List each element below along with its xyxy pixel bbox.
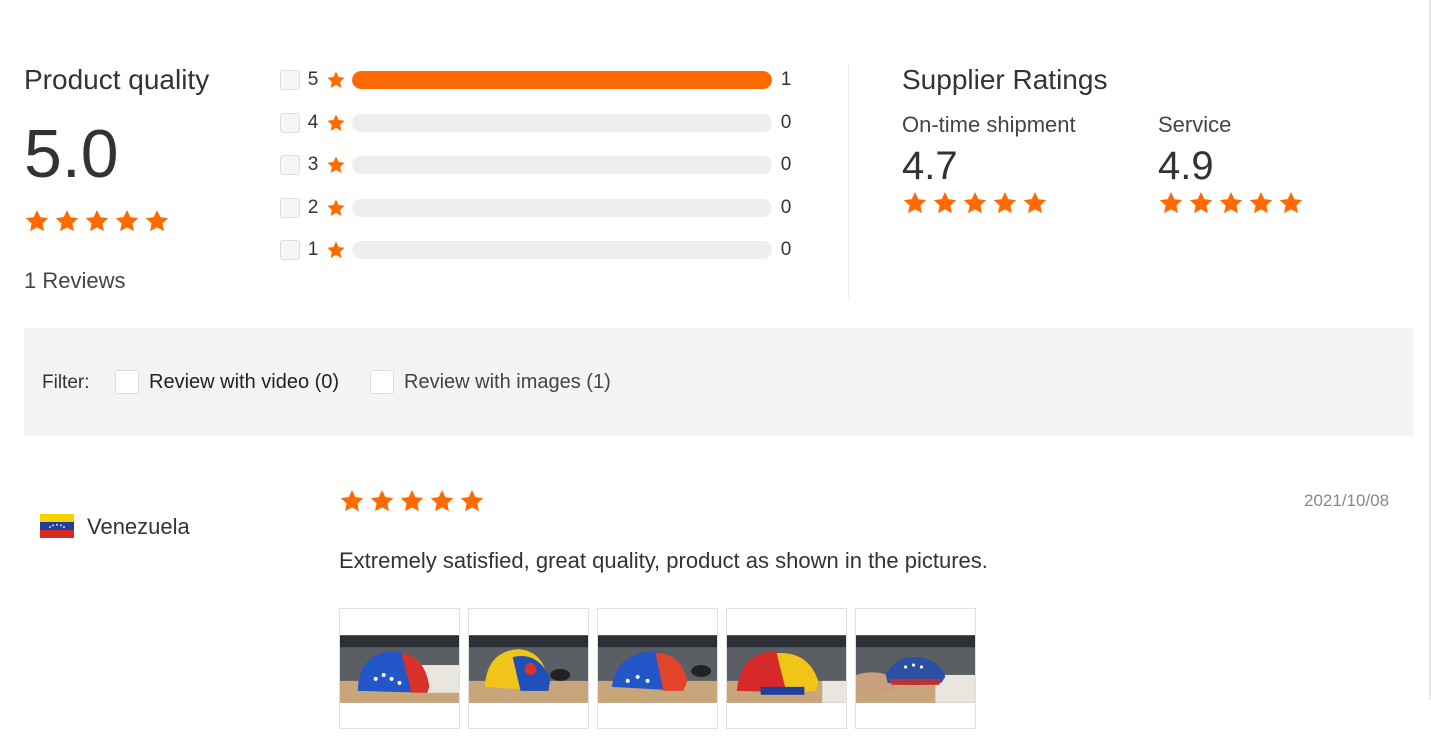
star-icon [1022, 190, 1048, 216]
reviews-count: 1 Reviews [24, 268, 126, 293]
venezuela-flag-icon [40, 514, 74, 538]
star-icon [1158, 190, 1184, 216]
rating-count: 1 [780, 69, 792, 90]
filter-video-checkbox[interactable] [115, 370, 139, 394]
rating-row-1[interactable]: 1 0 [280, 238, 800, 262]
rating-bar-fill [352, 71, 772, 89]
rating-row-2[interactable]: 2 0 [280, 196, 800, 220]
service-rating: Service 4.9 [1158, 112, 1304, 216]
rating-label: On-time shipment [902, 112, 1076, 137]
rating-stars [1158, 190, 1304, 216]
rating-checkbox[interactable] [280, 155, 300, 175]
rating-count: 0 [780, 154, 792, 175]
filter-images-label: Review with images (1) [404, 370, 611, 393]
star-icon [326, 155, 346, 175]
rating-bar [352, 71, 772, 89]
rating-stars [902, 190, 1076, 216]
rating-bar [352, 198, 772, 217]
star-icon [1278, 190, 1304, 216]
rating-count: 0 [780, 196, 792, 218]
rating-row-4[interactable]: 4 0 [280, 111, 800, 135]
star-icon [326, 70, 346, 90]
review-image-thumbnail[interactable] [468, 608, 589, 729]
star-icon [339, 488, 365, 514]
rating-score: 4.7 [902, 144, 958, 188]
star-icon [1218, 190, 1244, 216]
star-icon [1188, 190, 1214, 216]
section-divider [848, 64, 849, 298]
rating-checkbox[interactable] [280, 240, 300, 260]
review-date: 2021/10/08 [1304, 491, 1390, 510]
rating-checkbox[interactable] [280, 197, 300, 218]
rating-level: 5 [307, 69, 319, 90]
review-image-thumbnail[interactable] [339, 608, 460, 729]
star-icon [369, 488, 395, 514]
star-icon [992, 190, 1018, 216]
rating-row-5[interactable]: 5 1 [280, 68, 800, 92]
on-time-shipment-rating: On-time shipment 4.7 [902, 112, 1076, 216]
star-icon [932, 190, 958, 216]
review-image-thumbnail[interactable] [726, 608, 847, 729]
filter-images-checkbox[interactable] [370, 370, 394, 394]
reviewer-country: Venezuela [87, 514, 190, 539]
star-icon [144, 208, 170, 234]
star-icon [114, 208, 140, 234]
star-icon [459, 488, 485, 514]
star-icon [54, 208, 80, 234]
cap-photo-icon [598, 634, 717, 703]
cap-photo-icon [727, 634, 846, 703]
star-icon [84, 208, 110, 234]
rating-score: 4.9 [1158, 144, 1214, 188]
rating-count: 0 [780, 111, 792, 133]
star-icon [326, 113, 346, 133]
review-images [339, 608, 976, 729]
filter-video-label: Review with video (0) [149, 370, 340, 393]
rating-bar [352, 241, 772, 259]
star-icon [902, 190, 928, 216]
rating-bar [352, 113, 772, 132]
rating-level: 1 [307, 239, 319, 260]
star-icon [399, 488, 425, 514]
filter-images-option[interactable]: Review with images (1) [370, 370, 611, 394]
product-quality-score: 5.0 [24, 116, 119, 192]
rating-level: 3 [307, 154, 319, 175]
rating-level: 4 [307, 111, 319, 133]
review-text: Extremely satisfied, great quality, prod… [339, 548, 988, 573]
review-image-thumbnail[interactable] [597, 608, 718, 729]
cap-photo-icon [469, 634, 588, 703]
star-icon [24, 208, 50, 234]
cap-photo-icon [340, 634, 459, 703]
rating-checkbox[interactable] [280, 70, 300, 90]
product-quality-title: Product quality [24, 64, 210, 95]
rating-distribution: 5 1 4 0 3 0 2 0 1 0 [280, 68, 800, 281]
star-icon [429, 488, 455, 514]
filter-bar: Filter: Review with video (0) Review wit… [24, 328, 1413, 436]
rating-bar [352, 156, 772, 174]
star-icon [326, 240, 346, 260]
rating-checkbox[interactable] [280, 112, 300, 133]
rating-row-3[interactable]: 3 0 [280, 153, 800, 177]
review-stars [339, 488, 485, 514]
rating-count: 0 [780, 239, 792, 260]
filter-label: Filter: [42, 372, 90, 393]
rating-label: Service [1158, 112, 1232, 137]
star-icon [1248, 190, 1274, 216]
star-icon [326, 198, 346, 218]
supplier-ratings-title: Supplier Ratings [902, 64, 1108, 95]
review-image-thumbnail[interactable] [855, 608, 976, 729]
filter-video-option[interactable]: Review with video (0) [115, 370, 339, 394]
rating-level: 2 [307, 196, 319, 218]
cap-photo-icon [856, 634, 975, 703]
product-quality-stars [24, 208, 170, 234]
star-icon [962, 190, 988, 216]
